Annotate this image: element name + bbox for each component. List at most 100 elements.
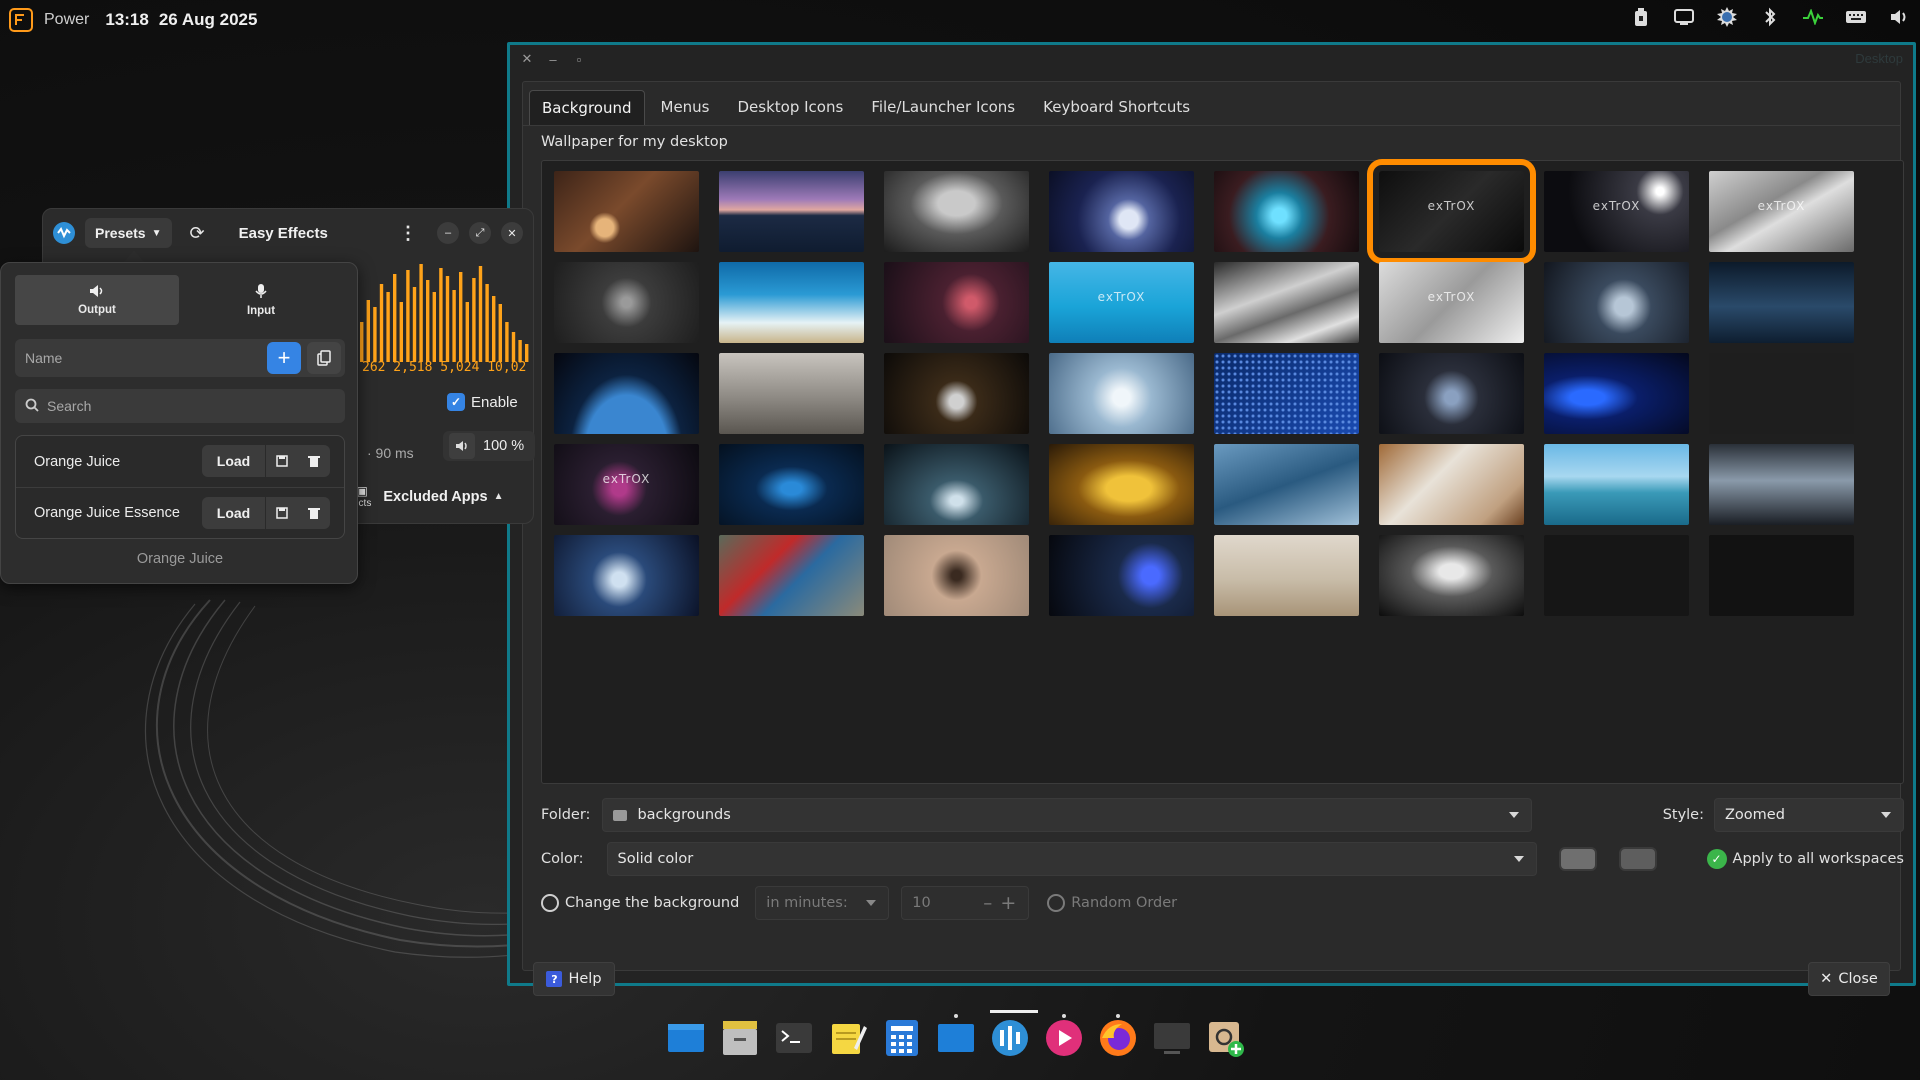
power-menu-label[interactable]: Power <box>44 11 89 29</box>
random-order-radio[interactable] <box>1047 894 1066 912</box>
wallpaper-thumbnail[interactable] <box>1379 353 1524 434</box>
app-menu-logo-icon[interactable] <box>8 7 34 33</box>
change-background-radio[interactable] <box>541 894 559 912</box>
desktop-folder-icon[interactable] <box>936 1014 976 1060</box>
speaker-icon[interactable] <box>449 433 475 459</box>
wallpaper-thumbnail[interactable] <box>1049 171 1194 252</box>
screen-recorder-icon[interactable] <box>1152 1016 1192 1060</box>
bypass-icon[interactable]: ⟳ <box>190 223 205 244</box>
wallpaper-thumbnail[interactable] <box>1709 353 1854 434</box>
tab-desktop-icons[interactable]: Desktop Icons <box>726 90 856 125</box>
primary-color-swatch[interactable] <box>1558 847 1597 871</box>
wallpaper-thumbnail[interactable] <box>1544 353 1689 434</box>
firefox-icon[interactable] <box>1098 1014 1138 1060</box>
wallpaper-thumbnail[interactable] <box>1214 535 1359 616</box>
delete-icon[interactable] <box>298 445 330 477</box>
close-icon[interactable]: ✕ <box>501 222 523 244</box>
wallpaper-thumbnail[interactable] <box>1709 535 1854 616</box>
bluetooth-icon[interactable] <box>1759 6 1781 28</box>
presets-button[interactable]: Presets ▼ <box>85 218 172 248</box>
tab-keyboard-shortcuts[interactable]: Keyboard Shortcuts <box>1031 90 1202 125</box>
wallpaper-thumbnail[interactable] <box>1709 262 1854 343</box>
output-tab[interactable]: Output <box>15 275 179 325</box>
wallpaper-thumbnail[interactable]: exTrOX <box>1709 171 1854 252</box>
screen-icon[interactable] <box>1673 6 1695 28</box>
maximize-icon[interactable]: ⤢ <box>469 222 491 244</box>
weather-icon[interactable] <box>1716 6 1738 28</box>
enable-checkbox[interactable]: ✓ <box>447 393 465 411</box>
wallpaper-thumbnail[interactable] <box>1544 262 1689 343</box>
wallpaper-thumbnail[interactable] <box>884 262 1029 343</box>
wallpaper-thumbnail[interactable] <box>719 262 864 343</box>
color-mode-dropdown[interactable]: Solid color <box>606 842 1537 876</box>
style-dropdown[interactable]: Zoomed <box>1714 798 1904 832</box>
close-button[interactable]: ✕ Close <box>1808 962 1890 996</box>
volume-icon[interactable] <box>1888 6 1910 28</box>
easy-effects-icon[interactable] <box>990 1010 1038 1060</box>
wallpaper-thumbnail[interactable] <box>719 171 864 252</box>
input-tab[interactable]: Input <box>179 275 343 325</box>
menu-kebab-icon[interactable]: ⋮ <box>399 223 417 244</box>
wallpaper-thumbnail[interactable] <box>1049 535 1194 616</box>
terminal-icon[interactable] <box>774 1016 814 1060</box>
clock-date[interactable]: 26 Aug 2025 <box>159 10 258 30</box>
wallpaper-thumbnail[interactable]: exTrOX <box>554 444 699 525</box>
interval-unit-dropdown[interactable]: in minutes: <box>755 886 890 920</box>
load-preset-button[interactable]: Load <box>202 497 266 529</box>
decrement-icon[interactable]: – <box>983 893 992 914</box>
tab-background[interactable]: Background <box>529 90 645 125</box>
wallpaper-thumbnail[interactable] <box>1214 262 1359 343</box>
wallpaper-thumbnail[interactable]: exTrOX <box>1049 262 1194 343</box>
tab-menus[interactable]: Menus <box>649 90 722 125</box>
window-minimize-icon[interactable]: – <box>546 52 560 67</box>
wallpaper-thumbnail[interactable] <box>719 444 864 525</box>
window-close-icon[interactable]: ✕ <box>520 51 534 66</box>
wallpaper-thumbnail[interactable] <box>1214 444 1359 525</box>
wallpaper-thumbnail[interactable] <box>1544 444 1689 525</box>
wallpaper-thumbnail[interactable] <box>554 535 699 616</box>
wallpaper-thumbnail[interactable] <box>884 535 1029 616</box>
window-maximize-icon[interactable]: ▫ <box>572 52 586 67</box>
wallpaper-thumbnail-selected[interactable]: exTrOX <box>1367 159 1536 264</box>
wallpaper-thumbnail[interactable] <box>884 444 1029 525</box>
wallpaper-thumbnail[interactable] <box>1379 444 1524 525</box>
wallpaper-thumbnail[interactable] <box>554 171 699 252</box>
folder-dropdown[interactable]: backgrounds <box>602 798 1533 832</box>
add-preset-button[interactable]: + <box>267 342 301 374</box>
file-manager-icon[interactable] <box>720 1016 760 1060</box>
clock-time[interactable]: 13:18 <box>105 10 148 30</box>
activity-monitor-icon[interactable] <box>1802 6 1824 28</box>
wallpaper-thumbnail[interactable] <box>1379 535 1524 616</box>
excluded-apps-toggle[interactable]: Excluded Apps ▲ <box>383 489 503 505</box>
help-button[interactable]: ? Help <box>533 962 615 996</box>
increment-icon[interactable]: + <box>1000 892 1016 914</box>
delete-icon[interactable] <box>298 497 330 529</box>
wallpaper-thumbnail[interactable]: exTrOX <box>1544 171 1689 252</box>
volume-control[interactable]: 100 % <box>443 431 535 461</box>
wallpaper-thumbnail[interactable] <box>1214 353 1359 434</box>
wallpaper-thumbnail[interactable] <box>1049 353 1194 434</box>
media-player-icon[interactable] <box>1044 1014 1084 1060</box>
wallpaper-thumbnail[interactable] <box>884 353 1029 434</box>
usb-drive-icon[interactable] <box>1630 6 1652 28</box>
wallpaper-thumbnail[interactable] <box>1214 171 1359 252</box>
wallpaper-thumbnail[interactable] <box>1544 535 1689 616</box>
preset-name-field[interactable]: Name + <box>15 339 345 377</box>
preset-search-field[interactable]: Search <box>15 389 345 423</box>
wallpaper-thumbnail[interactable] <box>884 171 1029 252</box>
wallpaper-thumbnail[interactable] <box>554 353 699 434</box>
wallpaper-thumbnail[interactable] <box>1709 444 1854 525</box>
enable-toggle[interactable]: ✓ Enable <box>447 393 518 411</box>
interval-spinner[interactable]: 10 – + <box>901 886 1030 920</box>
wallpaper-thumbnail[interactable] <box>719 535 864 616</box>
software-installer-icon[interactable] <box>1206 1016 1246 1060</box>
import-preset-button[interactable] <box>307 342 341 374</box>
wallpaper-thumbnail[interactable] <box>719 353 864 434</box>
wallpaper-thumbnail[interactable] <box>554 262 699 343</box>
save-icon[interactable] <box>266 497 298 529</box>
load-preset-button[interactable]: Load <box>202 445 266 477</box>
wallpaper-thumbnail[interactable]: exTrOX <box>1379 262 1524 343</box>
save-icon[interactable] <box>266 445 298 477</box>
secondary-color-swatch[interactable] <box>1618 847 1657 871</box>
keyboard-icon[interactable] <box>1845 6 1867 28</box>
